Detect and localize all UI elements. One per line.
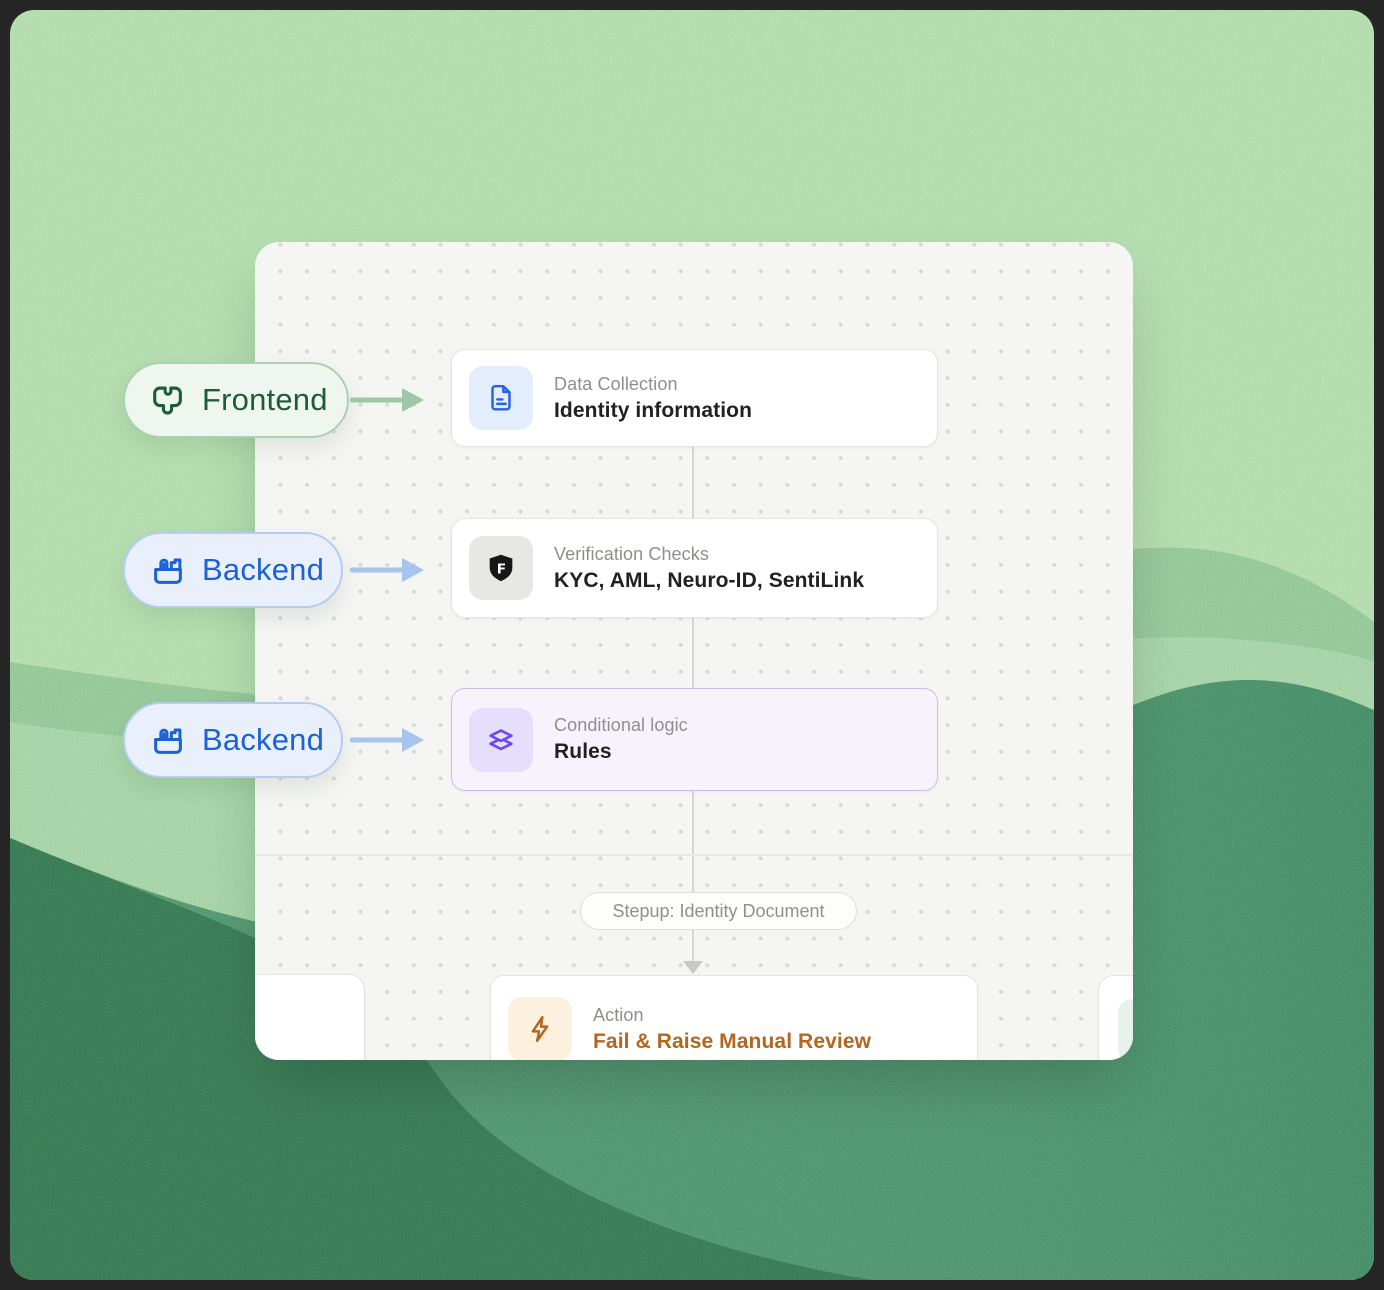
lane-pill-label: Backend [202,722,324,758]
paint-brush-icon [149,381,187,419]
stepup-badge: Stepup: Identity Document [580,892,857,930]
node-label: Conditional logic [554,715,688,736]
lane-pill-label: Frontend [202,382,328,418]
backend-arrow-icon [350,554,426,586]
partial-node-icon [1118,999,1133,1060]
node-label: Data Collection [554,374,752,395]
shield-f-icon: F [469,536,533,600]
lane-pill-backend-1[interactable]: Backend [123,532,343,608]
node-conditional-logic[interactable]: Conditional logic Rules [451,688,938,791]
node-verification-checks[interactable]: F Verification Checks KYC, AML, Neuro-ID… [451,518,938,618]
node-label: Action [593,1005,871,1026]
lane-divider-line [255,854,1133,856]
toolbox-icon [149,551,187,589]
node-data-collection[interactable]: Data Collection Identity information [451,349,938,447]
lightning-icon [508,997,572,1060]
node-label: Verification Checks [554,544,864,565]
shield-letter: F [497,561,506,577]
node-title: Rules [554,740,688,764]
partial-node-left [255,974,365,1060]
backend-arrow-icon [350,724,426,756]
frontend-arrow-icon [350,384,426,416]
toolbox-icon [149,721,187,759]
node-action[interactable]: Action Fail & Raise Manual Review [490,975,978,1060]
node-title: Fail & Raise Manual Review [593,1030,871,1054]
document-icon [469,366,533,430]
workflow-canvas: Data Collection Identity information F V… [255,242,1133,1060]
lane-pill-frontend[interactable]: Frontend [123,362,349,438]
screenshot-frame: Data Collection Identity information F V… [0,0,1384,1290]
stepup-badge-label: Stepup: Identity Document [612,901,824,922]
flow-arrowhead-icon [683,961,703,974]
lane-pill-backend-2[interactable]: Backend [123,702,343,778]
stack-icon [469,708,533,772]
partial-node-right [1098,975,1133,1060]
node-title: KYC, AML, Neuro-ID, SentiLink [554,569,864,593]
lane-pill-label: Backend [202,552,324,588]
node-title: Identity information [554,399,752,423]
